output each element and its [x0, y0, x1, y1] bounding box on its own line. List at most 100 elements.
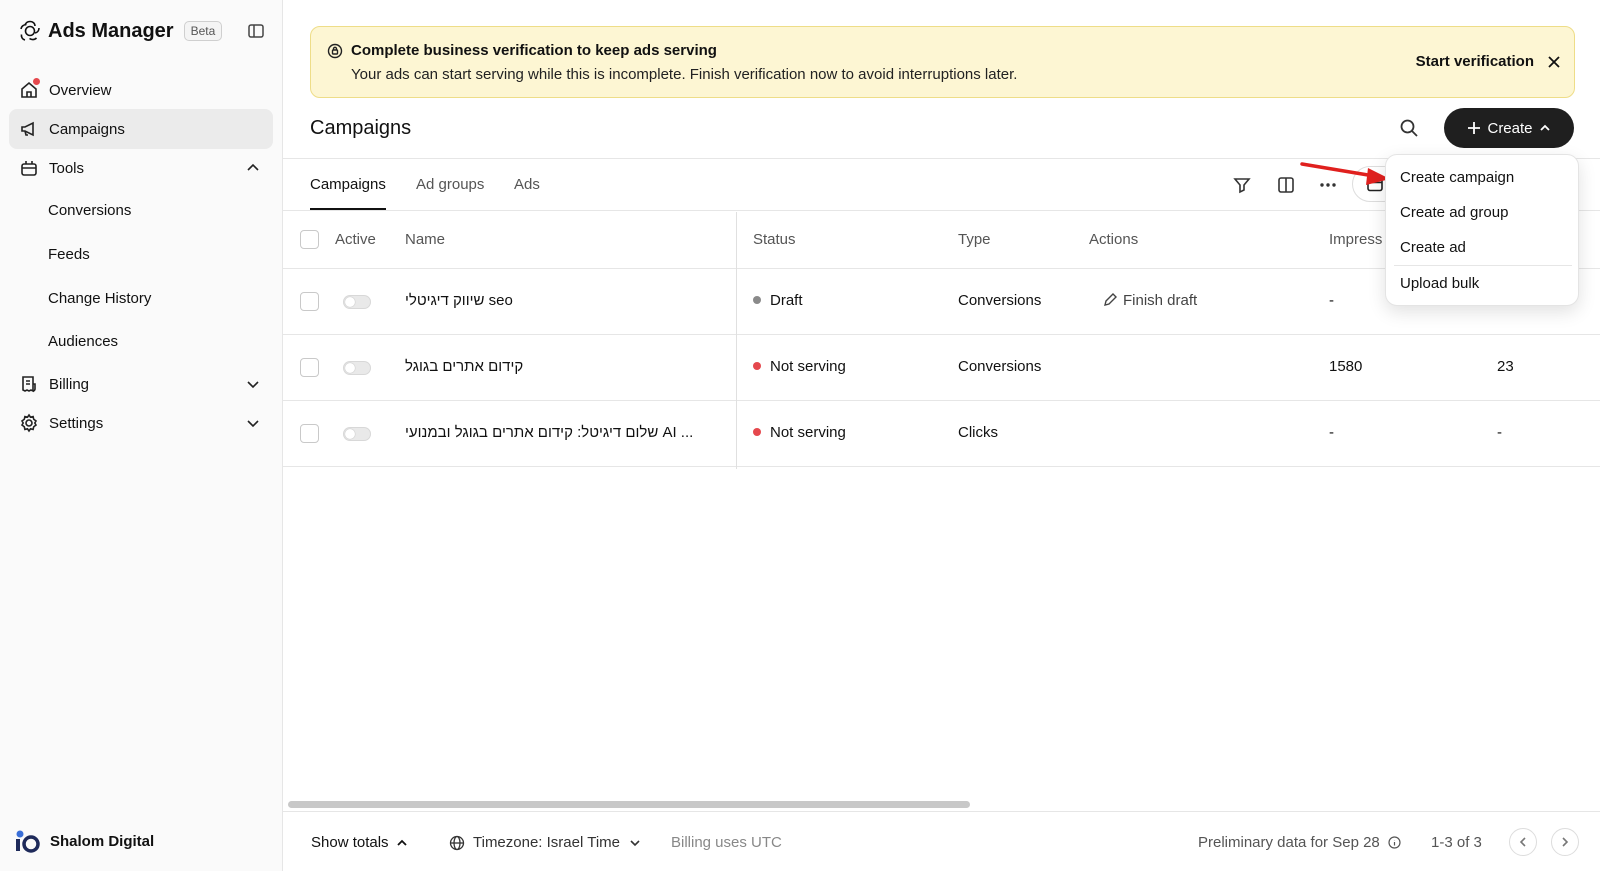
- chevron-down-icon: [630, 839, 640, 846]
- sidebar-item-label: Tools: [49, 159, 85, 177]
- close-icon[interactable]: [1546, 54, 1562, 70]
- sidebar-item-campaigns[interactable]: Campaigns: [9, 109, 273, 149]
- chevron-down-icon: [247, 381, 259, 389]
- create-button-label: Create: [1487, 119, 1533, 137]
- status-dot: [753, 362, 761, 371]
- chevron-up-icon: [1539, 124, 1550, 131]
- show-totals-toggle[interactable]: Show totals: [311, 834, 409, 851]
- impressions-cell: -: [1329, 292, 1334, 309]
- page-title: Campaigns: [310, 117, 412, 139]
- tab-ad-groups[interactable]: Ad groups: [416, 176, 484, 210]
- menu-item-create-ad[interactable]: Create ad: [1400, 239, 1466, 256]
- create-menu: Create campaign Create ad group Create a…: [1385, 154, 1579, 306]
- column-header-impressions[interactable]: Impress: [1329, 231, 1382, 248]
- sidebar-item-label: Campaigns: [49, 120, 125, 138]
- billing-note: Billing uses UTC: [671, 834, 782, 851]
- shield-lock-icon: [327, 43, 343, 59]
- row-checkbox[interactable]: [300, 358, 319, 377]
- sidebar-item-label: Overview: [49, 81, 112, 99]
- pagination-range: 1-3 of 3: [1431, 834, 1482, 851]
- chevron-down-icon: [247, 420, 259, 428]
- next-page-button[interactable]: [1551, 828, 1579, 856]
- metric-cell: -: [1497, 424, 1502, 441]
- prev-page-button[interactable]: [1509, 828, 1537, 856]
- column-header-name[interactable]: Name: [405, 231, 445, 248]
- toolbox-icon: [19, 158, 39, 178]
- sidebar-item-tools[interactable]: Tools: [9, 148, 273, 188]
- openai-logo-icon: [20, 20, 40, 41]
- sidebar-toggle-icon[interactable]: [246, 21, 266, 41]
- brand: Ads Manager Beta: [18, 18, 223, 44]
- menu-item-create-campaign[interactable]: Create campaign: [1400, 169, 1514, 186]
- info-icon[interactable]: [1388, 836, 1401, 849]
- sidebar-subitem-conversions[interactable]: Conversions: [48, 200, 131, 222]
- active-toggle[interactable]: [343, 361, 371, 375]
- gear-icon: [19, 413, 39, 433]
- globe-icon: [449, 835, 465, 850]
- beta-badge: Beta: [183, 21, 223, 41]
- active-toggle[interactable]: [343, 427, 371, 441]
- tab-ads[interactable]: Ads: [514, 176, 540, 210]
- active-toggle[interactable]: [343, 295, 371, 309]
- chevron-left-icon: [1519, 837, 1526, 847]
- finish-draft-link[interactable]: Finish draft: [1103, 292, 1197, 309]
- impressions-cell: 1580: [1329, 358, 1363, 375]
- horizontal-scrollbar[interactable]: [288, 801, 970, 808]
- account-switcher[interactable]: Shalom Digital: [14, 829, 154, 853]
- pencil-icon: [1104, 293, 1117, 306]
- timezone-select[interactable]: Timezone: Israel Time: [449, 834, 642, 851]
- status-dot: [753, 428, 761, 437]
- menu-divider: [1394, 265, 1572, 266]
- columns-icon[interactable]: [1275, 174, 1297, 196]
- menu-item-upload-bulk[interactable]: Upload bulk: [1400, 275, 1479, 292]
- account-logo-icon: [16, 830, 40, 853]
- table-footer: Show totals Timezone: Israel Time Billin…: [283, 811, 1600, 871]
- search-icon[interactable]: [1398, 117, 1420, 139]
- status-dot: [753, 296, 761, 305]
- column-header-type[interactable]: Type: [958, 231, 991, 248]
- verification-banner: Complete business verification to keep a…: [310, 26, 1575, 98]
- type-cell: Conversions: [958, 358, 1042, 375]
- status-cell: Not serving: [753, 424, 846, 441]
- sidebar: Ads Manager Beta Overview Campaigns Tool…: [0, 0, 283, 871]
- status-cell: Not serving: [753, 358, 846, 375]
- notification-dot: [32, 77, 41, 86]
- sidebar-subitem-audiences[interactable]: Audiences: [48, 331, 118, 353]
- table-row[interactable]: קידום אתרים בגוגל Not serving Conversion…: [283, 335, 1600, 401]
- campaign-name[interactable]: שיווק דיגיטלי seo: [405, 292, 513, 309]
- finish-draft-label: Finish draft: [1123, 292, 1198, 309]
- plus-icon: [1468, 122, 1481, 134]
- create-button[interactable]: Create: [1444, 108, 1574, 148]
- tab-campaigns[interactable]: Campaigns: [310, 176, 386, 210]
- sidebar-item-label: Settings: [49, 414, 104, 432]
- column-header-status[interactable]: Status: [753, 231, 796, 248]
- receipt-icon: [19, 374, 39, 394]
- sidebar-item-billing[interactable]: Billing: [9, 364, 273, 404]
- show-totals-label: Show totals: [311, 834, 389, 851]
- row-checkbox[interactable]: [300, 292, 319, 311]
- menu-item-create-ad-group[interactable]: Create ad group: [1400, 204, 1508, 221]
- campaign-name[interactable]: שלום דיגיטל: קידום אתרים בגוגל ובמנועי A…: [405, 424, 693, 441]
- sidebar-item-overview[interactable]: Overview: [9, 70, 273, 110]
- sidebar-item-settings[interactable]: Settings: [9, 403, 273, 443]
- timezone-label: Timezone: Israel Time: [473, 834, 620, 851]
- column-header-active[interactable]: Active: [335, 231, 376, 248]
- preliminary-data-note: Preliminary data for Sep 28: [1198, 834, 1401, 851]
- status-label: Not serving: [770, 424, 846, 441]
- banner-title: Complete business verification to keep a…: [351, 42, 717, 59]
- sidebar-subitem-feeds[interactable]: Feeds: [48, 244, 90, 266]
- start-verification-button[interactable]: Start verification: [1416, 53, 1534, 70]
- table-row[interactable]: שלום דיגיטל: קידום אתרים בגוגל ובמנועי A…: [283, 401, 1600, 467]
- status-cell: Draft: [753, 292, 803, 309]
- select-all-checkbox[interactable]: [300, 230, 319, 249]
- filter-icon[interactable]: [1231, 174, 1253, 196]
- row-checkbox[interactable]: [300, 424, 319, 443]
- sidebar-item-label: Billing: [49, 375, 90, 393]
- type-cell: Conversions: [958, 292, 1042, 309]
- campaign-name[interactable]: קידום אתרים בגוגל: [405, 358, 523, 375]
- column-header-actions[interactable]: Actions: [1089, 231, 1138, 248]
- chevron-up-icon: [247, 163, 259, 171]
- preliminary-data-label: Preliminary data for Sep 28: [1198, 834, 1380, 851]
- annotation-arrow: [1300, 162, 1390, 185]
- sidebar-subitem-change-history[interactable]: Change History: [48, 288, 151, 310]
